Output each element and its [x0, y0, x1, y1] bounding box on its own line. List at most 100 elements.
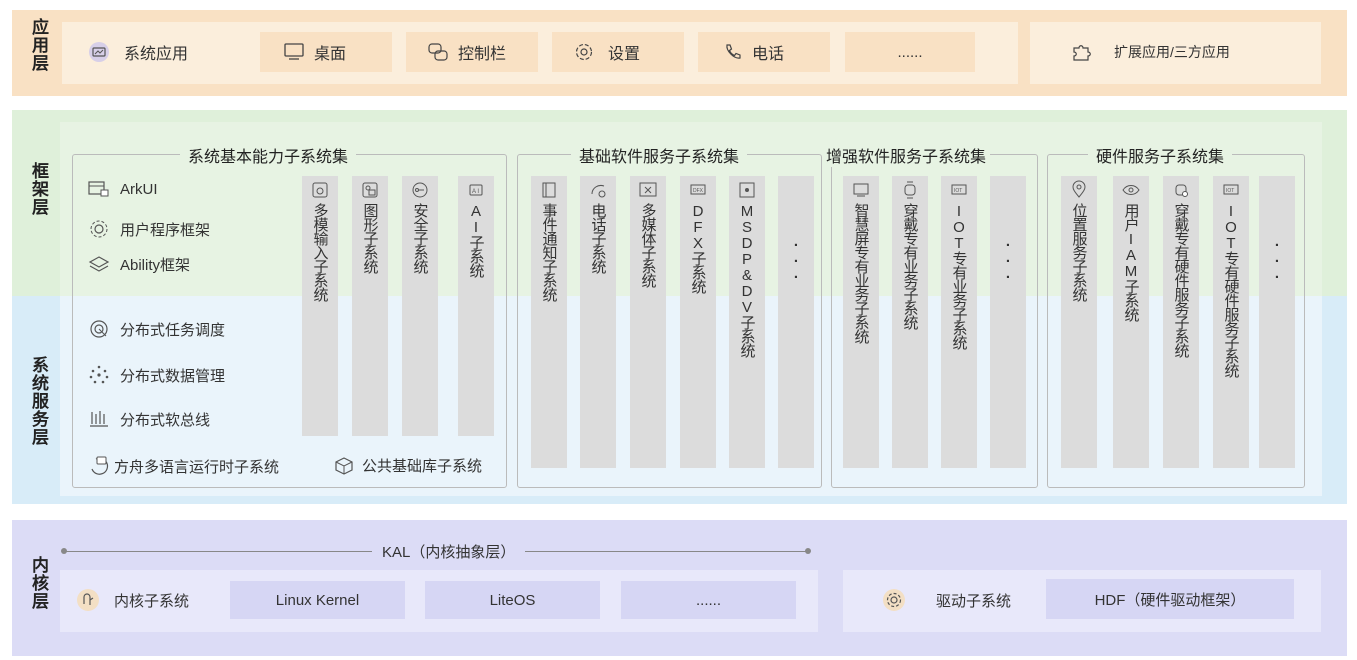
driver-subsystem-label: 驱动子系统 [936, 592, 1012, 610]
iot-hardware-icon: IOT [1222, 181, 1240, 199]
ai-chip-icon: A I [467, 181, 485, 199]
basic-item-label: 分布式任务调度 [120, 321, 226, 339]
subsystem-column-telephony[interactable]: 电话子系统 [580, 176, 616, 468]
service-layer-title: 系统服务层 [29, 356, 48, 446]
subsystem-column-enhanced-more[interactable]: ... [990, 176, 1026, 468]
arkui-icon [88, 180, 110, 198]
column-label: IOT专有硬件服务子系统 [1222, 203, 1240, 377]
kernel-layer-title: 内核层 [29, 556, 48, 610]
app-item-label: 扩展应用/三方应用 [1114, 44, 1230, 60]
basic-item-label: 分布式数据管理 [120, 367, 226, 385]
subsystem-column-security[interactable]: 安全子系统 [402, 176, 438, 436]
basic-item-label: 用户程序框架 [120, 221, 211, 239]
wearable-hardware-icon [1172, 181, 1190, 199]
driver-subsystem[interactable]: 驱动子系统 [882, 588, 1011, 612]
iot-icon: IOT [950, 181, 968, 199]
user-iam-eye-icon [1122, 181, 1140, 199]
app-item-settings[interactable]: 设置 [552, 32, 684, 72]
kernel-item-label: ...... [695, 591, 721, 609]
kernel-item-linux[interactable]: Linux Kernel [230, 581, 405, 619]
subsystem-column-msdp-dv[interactable]: MSDP&DV子系统 [729, 176, 765, 468]
subsystem-column-iot-business[interactable]: IOT IOT专有业务子系统 [941, 176, 977, 468]
column-label: ... [787, 233, 805, 281]
multimodal-input-icon [311, 181, 329, 199]
common-library-subsystem[interactable]: 公共基础库子系统 [334, 455, 482, 476]
app-item-desktop[interactable]: 桌面 [260, 32, 392, 72]
software-services-title: 基础软件服务子系统集 [571, 143, 748, 167]
app-item-label: ...... [897, 43, 923, 61]
subsystem-column-event-notification[interactable]: 事件通知子系统 [531, 176, 567, 468]
subsystem-column-hardware-more[interactable]: ... [1259, 176, 1295, 468]
subsystem-column-user-iam[interactable]: 用户IAM子系统 [1113, 176, 1149, 468]
security-key-icon [411, 181, 429, 199]
hardware-services-title: 硬件服务子系统集 [1088, 143, 1233, 167]
app-item-label: 电话 [752, 46, 785, 63]
location-pin-icon [1070, 180, 1088, 199]
kernel-item-label: LiteOS [489, 591, 536, 609]
settings-gear-icon [574, 42, 594, 62]
subsystem-column-software-more[interactable]: ... [778, 176, 814, 468]
column-label: 安全子系统 [411, 203, 429, 273]
basic-item-ability[interactable]: Ability框架 [88, 254, 190, 275]
kernel-item-label: Linux Kernel [275, 591, 360, 609]
app-item-label: 设置 [608, 46, 641, 63]
basic-item-user-program[interactable]: 用户程序框架 [88, 218, 210, 240]
basic-item-data-management[interactable]: 分布式数据管理 [88, 364, 225, 386]
data-management-icon [88, 364, 110, 386]
user-program-icon [88, 218, 110, 240]
app-item-extension[interactable]: 扩展应用/三方应用 [1070, 34, 1230, 70]
common-library-label: 公共基础库子系统 [362, 458, 483, 475]
task-scheduling-icon [88, 318, 110, 340]
event-notification-icon [540, 181, 558, 199]
column-label: MSDP&DV子系统 [738, 203, 756, 357]
msdp-icon [738, 181, 756, 199]
phone-icon [724, 43, 742, 61]
basic-item-soft-bus[interactable]: 分布式软总线 [88, 408, 210, 430]
subsystem-column-multimodal-input[interactable]: 多模输入子系统 [302, 176, 338, 436]
subsystem-column-location[interactable]: 位置服务子系统 [1061, 176, 1097, 468]
column-label: 图形子系统 [361, 203, 379, 273]
subsystem-column-ai[interactable]: A I AI子系统 [458, 176, 494, 436]
app-item-label: 控制栏 [458, 46, 507, 63]
telephony-icon [589, 181, 607, 199]
app-item-system[interactable]: 系统应用 [88, 34, 188, 70]
column-label: 用户IAM子系统 [1122, 203, 1140, 321]
app-item-control-bar[interactable]: 控制栏 [406, 32, 538, 72]
subsystem-column-iot-hardware[interactable]: IOT IOT专有硬件服务子系统 [1213, 176, 1249, 468]
subsystem-column-wearable[interactable]: 穿戴专有业务子系统 [892, 176, 928, 468]
basic-item-label: ArkUI [120, 180, 158, 198]
kernel-item-liteos[interactable]: LiteOS [425, 581, 600, 619]
column-label: IOT专有业务子系统 [950, 203, 968, 349]
column-label: 电话子系统 [589, 203, 607, 273]
control-bar-icon [428, 42, 448, 62]
subsystem-column-graphics[interactable]: 图形子系统 [352, 176, 388, 436]
subsystem-column-multimedia[interactable]: 多媒体子系统 [630, 176, 666, 468]
subsystem-column-wearable-hardware[interactable]: 穿戴专有硬件服务子系统 [1163, 176, 1199, 468]
column-label: 穿戴专有硬件服务子系统 [1172, 203, 1190, 357]
system-app-icon [88, 41, 110, 63]
kernel-subsystem[interactable]: 内核子系统 [76, 588, 189, 612]
kal-label: KAL（内核抽象层） [372, 541, 526, 562]
graphics-icon [361, 181, 379, 199]
kernel-item-more[interactable]: ...... [621, 581, 796, 619]
multimedia-icon [639, 181, 657, 199]
hdf-label: HDF（硬件驱动框架） [1094, 591, 1246, 609]
column-label: 多媒体子系统 [639, 203, 657, 287]
basic-item-arkui[interactable]: ArkUI [88, 180, 158, 198]
column-label: DFX子系统 [689, 203, 707, 293]
subsystem-column-dfx[interactable]: DFX DFX子系统 [680, 176, 716, 468]
kal-line-start-dot [61, 548, 67, 554]
kal-line-end-dot [805, 548, 811, 554]
app-item-phone[interactable]: 电话 [698, 32, 830, 72]
app-item-label: 桌面 [314, 46, 347, 63]
hdf-item[interactable]: HDF（硬件驱动框架） [1046, 579, 1294, 619]
app-item-more[interactable]: ...... [845, 32, 975, 72]
basic-item-task-scheduling[interactable]: 分布式任务调度 [88, 318, 225, 340]
column-label: ... [1268, 233, 1286, 281]
runtime-subsystem[interactable]: 方舟多语言运行时子系统 [88, 455, 279, 477]
kernel-icon [76, 588, 100, 612]
column-label: AI子系统 [467, 203, 485, 277]
subsystem-column-smart-screen[interactable]: 智慧屏专有业务子系统 [843, 176, 879, 468]
runtime-label: 方舟多语言运行时子系统 [114, 458, 280, 476]
kernel-subsystem-label: 内核子系统 [114, 592, 190, 610]
